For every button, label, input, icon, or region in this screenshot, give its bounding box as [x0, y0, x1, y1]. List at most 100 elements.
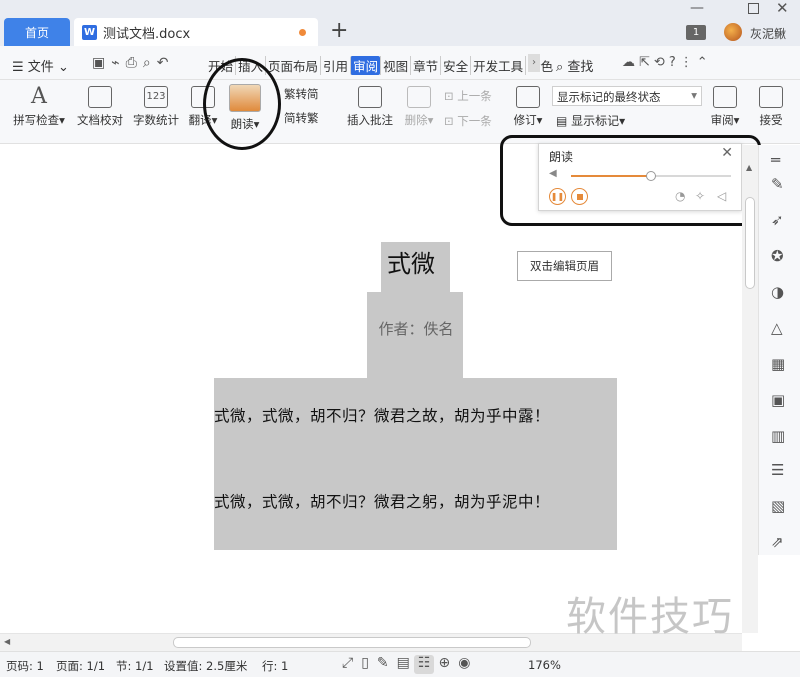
tab-chapter[interactable]: 章节	[410, 56, 440, 75]
right-toolbar: ═ ✎ ➶ ✪ ◑ △ ▦ ▣ ▥ ☰ ▧ ⇗	[758, 145, 800, 555]
show-markup-button[interactable]: ▤ 显示标记▾	[556, 112, 625, 129]
spell-check-label: 拼写检查	[13, 113, 60, 127]
insert-comment-button[interactable]: 插入批注	[342, 86, 398, 128]
vertical-scrollbar[interactable]: ▲	[742, 145, 758, 633]
collapse-ribbon-icon[interactable]: ⌃	[697, 55, 712, 70]
status-bar: 页码: 1 页面: 1/1 节: 1/1 设置值: 2.5厘米 行: 1 ⤢▯✎…	[0, 651, 800, 677]
chinese-conversion-group: 繁转简 简转繁	[284, 86, 340, 134]
accept-button[interactable]: 接受	[754, 86, 788, 128]
window-count-badge[interactable]: 1	[686, 25, 706, 40]
pen-icon[interactable]: ✎	[771, 175, 784, 193]
show-markup-label: 显示标记	[571, 114, 620, 128]
edit-header-hint[interactable]: 双击编辑页眉	[517, 251, 612, 281]
tab-references[interactable]: 引用	[320, 56, 350, 75]
track-changes-icon	[516, 86, 540, 108]
user-name[interactable]: 灰泥鳅	[750, 25, 786, 42]
word-count-button[interactable]: 123 字数统计	[128, 86, 184, 128]
review-pane-label: 审阅	[710, 113, 734, 127]
document-author[interactable]: 作者：佚名	[369, 318, 463, 339]
word-count-label: 字数统计	[133, 113, 179, 127]
track-changes-button[interactable]: 修订▾	[508, 86, 548, 128]
status-page: 页码: 1	[6, 659, 44, 673]
close-window-icon[interactable]: ✕	[776, 0, 789, 17]
tab-home[interactable]: 首页	[4, 18, 70, 46]
delete-comment-icon	[407, 86, 431, 108]
page-view-icon[interactable]: ▤	[397, 655, 418, 671]
minimize-icon[interactable]: —	[690, 0, 704, 16]
prev-comment-label: 上一条	[457, 89, 492, 103]
drag-handle-icon[interactable]: ═	[771, 151, 780, 169]
scroll-left-icon[interactable]: ◀	[4, 637, 10, 646]
document-line[interactable]: 式微，式微，胡不归？微君之故，胡为乎中露！	[214, 404, 614, 426]
print-icon[interactable]: ⎙	[126, 55, 143, 71]
cursor-icon[interactable]: ➶	[771, 211, 784, 229]
status-row: 行: 1	[262, 659, 289, 673]
annotation-box	[500, 135, 761, 226]
tab-document[interactable]: W 测试文档.docx	[74, 18, 318, 46]
spell-check-button[interactable]: A 拼写检查▾	[8, 86, 70, 128]
horizontal-scroll-thumb[interactable]	[173, 637, 531, 648]
status-pages: 页面: 1/1	[56, 659, 106, 673]
maximize-icon[interactable]	[748, 3, 759, 14]
file-menu-label: 文件	[27, 60, 54, 75]
tab-security[interactable]: 安全	[440, 56, 470, 75]
undo-icon[interactable]: ↶	[157, 55, 175, 71]
document-line[interactable]: 式微，式微，胡不归？微君之躬，胡为乎泥中！	[214, 490, 614, 512]
format-painter-icon[interactable]: ⌁	[111, 55, 125, 71]
image-icon[interactable]: ▧	[771, 497, 785, 515]
vertical-scroll-thumb[interactable]	[745, 197, 755, 289]
cloud-sync-icon[interactable]: ☁	[622, 55, 639, 70]
chart-icon[interactable]: ▥	[771, 427, 785, 445]
tab-view[interactable]: 视图	[380, 56, 410, 75]
tab-page-layout[interactable]: 页面布局	[265, 56, 320, 75]
table-icon[interactable]: ▦	[771, 355, 785, 373]
file-menu[interactable]: ☰ 文件 ⌄	[12, 56, 69, 75]
scroll-up-icon[interactable]: ▲	[746, 163, 752, 172]
print-preview-icon[interactable]: ⌕	[143, 55, 157, 71]
more-tabs-button[interactable]: ›	[528, 54, 540, 72]
menu-right-tools: ☁⇱⟲?⋮⌃	[622, 55, 712, 70]
prev-comment-button[interactable]: ⊡ 上一条	[444, 88, 504, 104]
wps-writer-icon: W	[82, 24, 97, 40]
save-icon[interactable]: ▣	[92, 55, 111, 71]
tab-developer[interactable]: 开发工具	[470, 56, 525, 75]
doc-proof-button[interactable]: 文档校对	[72, 86, 128, 128]
markup-display-select[interactable]: 显示标记的最终状态	[552, 86, 702, 106]
view-mode-icons: ⤢▯✎▤☷⊕◉	[342, 655, 478, 671]
watermark: 软件技巧	[566, 594, 734, 640]
style-icon[interactable]: △	[771, 319, 783, 337]
help-icon[interactable]: ?	[669, 55, 680, 70]
export-icon[interactable]: ⇗	[771, 533, 784, 551]
read-mode-icon[interactable]: ▯	[361, 655, 377, 671]
review-pane-icon	[713, 86, 737, 108]
search-button[interactable]: ⌕ 查找	[556, 56, 593, 75]
simp-to-trad-button[interactable]: 简转繁	[284, 110, 340, 126]
more-icon[interactable]: ⋮	[680, 55, 697, 70]
status-setting: 设置值: 2.5厘米	[164, 659, 248, 673]
next-comment-button[interactable]: ⊡ 下一条	[444, 113, 504, 129]
web-view-icon[interactable]: ⊕	[438, 655, 458, 671]
badge-icon[interactable]: ✪	[771, 247, 784, 265]
insert-comment-label: 插入批注	[347, 113, 393, 127]
sync-icon[interactable]: ⟲	[654, 55, 669, 70]
delete-comment-button[interactable]: 删除▾	[402, 86, 436, 128]
new-tab-button[interactable]: +	[330, 20, 348, 42]
settings-sliders-icon[interactable]: ☰	[771, 461, 784, 479]
hamburger-icon: ☰	[12, 60, 24, 75]
eye-protection-icon[interactable]: ◉	[458, 655, 478, 671]
comment-nav-group: ⊡ 上一条 ⊡ 下一条	[444, 88, 504, 138]
pen-mode-icon[interactable]: ✎	[377, 655, 397, 671]
avatar[interactable]	[724, 23, 742, 41]
tab-review[interactable]: 审阅	[350, 56, 381, 75]
apps-icon[interactable]: ▣	[771, 391, 785, 409]
trad-to-simp-button[interactable]: 繁转简	[284, 86, 340, 102]
review-pane-button[interactable]: 审阅▾	[706, 86, 744, 128]
fullscreen-icon[interactable]: ⤢	[342, 655, 361, 671]
shapes-icon[interactable]: ◑	[771, 283, 784, 301]
outline-view-icon[interactable]: ☷	[418, 655, 439, 671]
share-icon[interactable]: ⇱	[639, 55, 654, 70]
search-icon: ⌕	[556, 60, 564, 75]
word-count-icon: 123	[144, 86, 168, 108]
zoom-level[interactable]: 176%	[528, 658, 561, 672]
document-title[interactable]: 式微	[381, 244, 441, 279]
